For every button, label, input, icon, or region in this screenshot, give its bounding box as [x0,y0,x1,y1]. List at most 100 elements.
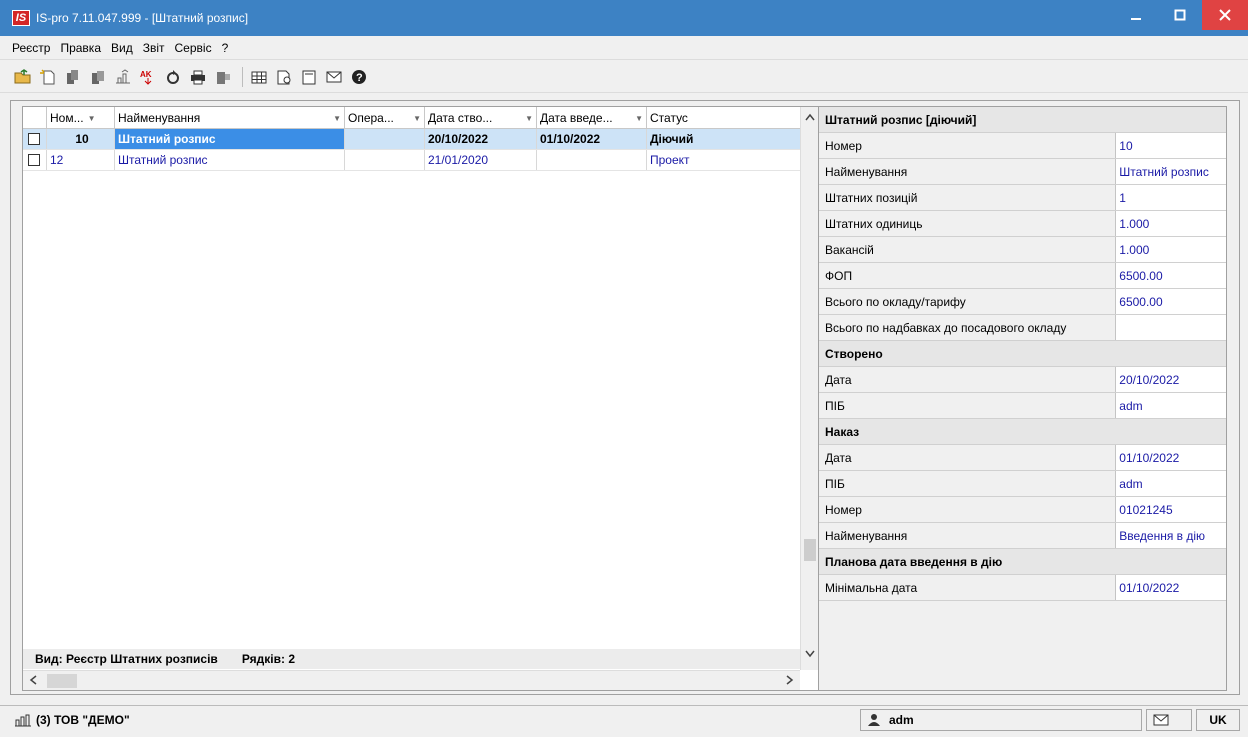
form-icon[interactable] [298,66,320,88]
window-title: IS-pro 7.11.047.999 - [Штатний розпис] [36,11,249,25]
vertical-scroll-thumb[interactable] [804,539,816,561]
property-value[interactable]: 1.000 [1116,211,1226,236]
sort-icon[interactable]: AK [137,66,159,88]
header-status[interactable]: Статус [647,107,800,129]
property-value[interactable]: adm [1116,393,1226,418]
minimize-button[interactable] [1114,0,1158,30]
property-value[interactable]: 1.000 [1116,237,1226,262]
property-value[interactable]: 6500.00 [1116,289,1226,314]
section-planned: Планова дата введення в дію [819,549,1226,575]
row-checkbox[interactable] [28,154,40,166]
company-status: (3) ТОВ "ДЕМО" [8,709,856,731]
property-label: ПІБ [819,471,1117,496]
row-checkbox[interactable] [28,133,40,145]
title-bar: IS IS-pro 7.11.047.999 - [Штатний розпис… [0,0,1248,36]
property-value[interactable]: 01/10/2022 [1116,445,1226,470]
header-number[interactable]: Ном... ▼ [47,107,115,129]
mail-icon [1153,714,1169,726]
header-effective-date[interactable]: Дата введе... ▼ [537,107,647,129]
language-status[interactable]: UK [1196,709,1240,731]
mail-icon[interactable] [323,66,345,88]
header-created-date[interactable]: Дата ство... ▼ [425,107,537,129]
property-label: Номер [819,497,1117,522]
main-area: Ном... ▼ Найменування ▼ Опера... ▼ Дата ств… [10,100,1240,695]
property-row[interactable]: Номер 01021245 [819,497,1226,523]
scroll-down-icon[interactable] [801,650,819,661]
property-value[interactable]: 20/10/2022 [1116,367,1226,392]
company-icon [15,714,31,727]
property-value[interactable]: Штатний розпис [1116,159,1226,184]
maximize-button[interactable] [1158,0,1202,30]
vertical-scrollbar[interactable] [800,107,818,670]
property-row[interactable]: Всього по надбавках до посадового окладу [819,315,1226,341]
print-icon[interactable] [187,66,209,88]
cell-number: 10 [47,129,115,149]
property-value[interactable]: 01021245 [1116,497,1226,522]
filter-icon[interactable]: ▼ [88,114,96,123]
filter-icon[interactable]: ▼ [413,114,421,123]
horizontal-scroll-thumb[interactable] [47,674,77,688]
refresh-icon[interactable] [162,66,184,88]
close-icon [1219,9,1231,21]
filter-icon[interactable]: ▼ [333,114,341,123]
grid-body: 10 Штатний розпис 20/10/2022 01/10/2022 … [23,129,800,649]
property-label: Дата [819,445,1117,470]
property-row[interactable]: Номер 10 [819,133,1226,159]
filter-icon[interactable]: ▼ [525,114,533,123]
menu-report[interactable]: Звіт [143,41,165,55]
property-value[interactable] [1116,315,1226,340]
property-row[interactable]: Всього по окладу/тарифу 6500.00 [819,289,1226,315]
property-value[interactable]: adm [1116,471,1226,496]
report-icon[interactable] [273,66,295,88]
property-value[interactable]: 1 [1116,185,1226,210]
scroll-left-icon[interactable] [29,674,37,688]
cell-effective-date [537,150,647,170]
user-icon [868,714,880,726]
header-checkbox-column [23,107,47,129]
help-icon[interactable]: ? [348,66,370,88]
table-row[interactable]: 12 Штатний розпис 21/01/2020 Проект [23,150,800,171]
delete-icon[interactable] [87,66,109,88]
menu-service[interactable]: Сервіс [175,41,212,55]
property-row[interactable]: Найменування Введення в дію [819,523,1226,549]
property-value[interactable]: 6500.00 [1116,263,1226,288]
scroll-up-icon[interactable] [801,113,819,124]
menu-registry[interactable]: Реєстр [12,41,50,55]
property-row[interactable]: Штатних позицій 1 [819,185,1226,211]
property-row[interactable]: Дата 01/10/2022 [819,445,1226,471]
property-label: ФОП [819,263,1117,288]
property-label: Найменування [819,523,1117,548]
filter-icon[interactable]: ▼ [635,114,643,123]
new-document-icon[interactable] [37,66,59,88]
open-folder-icon[interactable] [12,66,34,88]
table-icon[interactable] [248,66,270,88]
menu-help[interactable]: ? [222,41,229,55]
property-row[interactable]: ПІБ adm [819,471,1226,497]
property-row[interactable]: Дата 20/10/2022 [819,367,1226,393]
copy-icon[interactable] [62,66,84,88]
cell-effective-date: 01/10/2022 [537,129,647,149]
table-row[interactable]: 10 Штатний розпис 20/10/2022 01/10/2022 … [23,129,800,150]
property-row[interactable]: Штатних одиниць 1.000 [819,211,1226,237]
property-row[interactable]: Вакансій 1.000 [819,237,1226,263]
property-row[interactable]: ФОП 6500.00 [819,263,1226,289]
header-name[interactable]: Найменування ▼ [115,107,345,129]
property-label: Всього по надбавках до посадового окладу [819,315,1117,340]
horizontal-scrollbar[interactable] [23,670,800,690]
scroll-right-icon[interactable] [786,674,794,688]
property-label: ПІБ [819,393,1117,418]
minimize-icon [1131,18,1141,20]
property-value[interactable]: 10 [1116,133,1226,158]
property-row[interactable]: Мінімальна дата 01/10/2022 [819,575,1226,601]
menu-edit[interactable]: Правка [60,41,101,55]
property-value[interactable]: 01/10/2022 [1116,575,1226,600]
header-operation[interactable]: Опера... ▼ [345,107,425,129]
property-row[interactable]: ПІБ adm [819,393,1226,419]
property-value[interactable]: Введення в дію [1116,523,1226,548]
export-icon[interactable] [212,66,234,88]
mail-status[interactable] [1146,709,1192,731]
menu-view[interactable]: Вид [111,41,133,55]
property-row[interactable]: Найменування Штатний розпис [819,159,1226,185]
close-button[interactable] [1202,0,1248,30]
structure-icon[interactable] [112,66,134,88]
